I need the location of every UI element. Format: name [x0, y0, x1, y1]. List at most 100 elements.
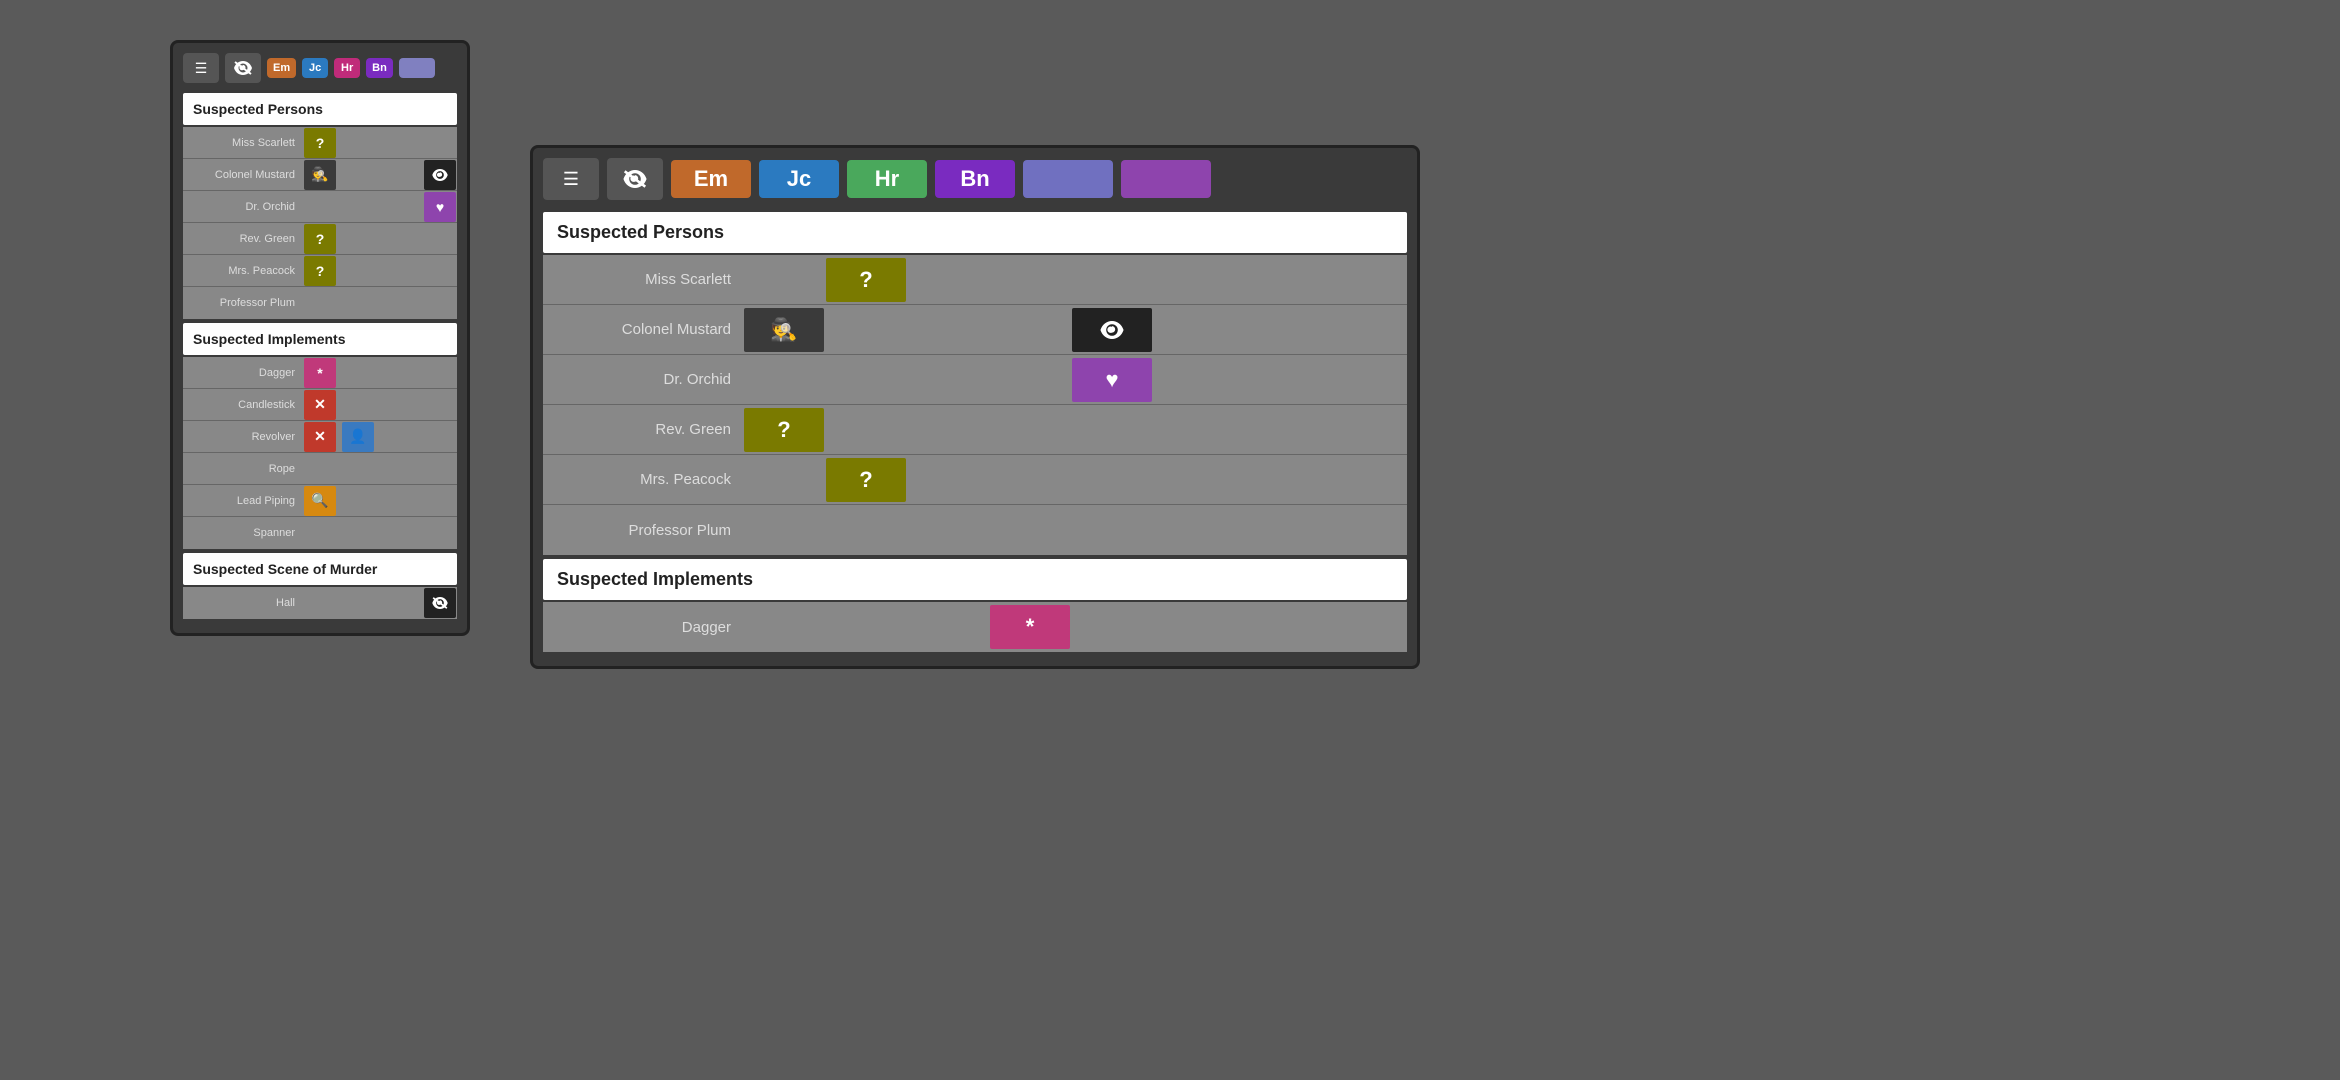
table-row: Candlestick ✕: [183, 389, 457, 421]
empty: [990, 258, 1070, 302]
empty: [990, 458, 1070, 502]
large-cell-dagger-bn[interactable]: *: [990, 605, 1070, 649]
empty: [744, 258, 824, 302]
person-label: Professor Plum: [183, 297, 303, 309]
empty: [1072, 508, 1152, 552]
large-cell-peacock-jc[interactable]: ?: [826, 458, 906, 502]
table-row: Colonel Mustard 🕵: [183, 159, 457, 191]
cell-hall-eye[interactable]: [424, 588, 456, 618]
empty: [990, 408, 1070, 452]
empty: [1154, 605, 1234, 649]
empty: [826, 408, 906, 452]
large-player-5[interactable]: [1023, 160, 1113, 198]
small-player-em[interactable]: Em: [267, 58, 296, 78]
implement-label: Dagger: [543, 619, 743, 636]
large-player-bn[interactable]: Bn: [935, 160, 1015, 198]
large-player-em[interactable]: Em: [671, 160, 751, 198]
table-row: Colonel Mustard 🕵: [543, 305, 1407, 355]
empty: [744, 458, 824, 502]
small-eye-button[interactable]: [225, 53, 261, 83]
empty: [990, 508, 1070, 552]
empty: [744, 508, 824, 552]
large-cell-miss-scarlett-jc[interactable]: ?: [826, 258, 906, 302]
person-label: Colonel Mustard: [543, 321, 743, 338]
small-implements-header: Suspected Implements: [183, 323, 457, 355]
table-row: Dr. Orchid ♥: [543, 355, 1407, 405]
large-eye-button[interactable]: [607, 158, 663, 200]
empty: [826, 605, 906, 649]
small-scene-header: Suspected Scene of Murder: [183, 553, 457, 585]
table-row: Miss Scarlett ?: [183, 127, 457, 159]
person-label: Miss Scarlett: [543, 271, 743, 288]
implement-label: Spanner: [183, 527, 303, 539]
table-row: Dagger *: [543, 602, 1407, 652]
table-row: Miss Scarlett ?: [543, 255, 1407, 305]
large-panel: ☰ Em Jc Hr Bn Suspected Persons Miss Sca…: [530, 145, 1420, 669]
large-player-hr[interactable]: Hr: [847, 160, 927, 198]
small-persons-header: Suspected Persons: [183, 93, 457, 125]
empty: [990, 308, 1070, 352]
empty: [1154, 408, 1234, 452]
cell-revolver-2[interactable]: 👤: [342, 422, 374, 452]
table-row: Professor Plum: [543, 505, 1407, 555]
large-cell-colonel-em[interactable]: 🕵: [744, 308, 824, 352]
empty: [1154, 508, 1234, 552]
small-player-hr[interactable]: Hr: [334, 58, 360, 78]
cell-colonel-mustard-eye[interactable]: [424, 160, 456, 190]
empty: [908, 258, 988, 302]
cell-dagger-1[interactable]: *: [304, 358, 336, 388]
implement-label: Lead Piping: [183, 495, 303, 507]
cell-revolver-1[interactable]: ✕: [304, 422, 336, 452]
table-row: Spanner: [183, 517, 457, 549]
empty: [990, 358, 1070, 402]
table-row: Hall: [183, 587, 457, 619]
cell-colonel-mustard-1[interactable]: 🕵: [304, 160, 336, 190]
empty: [908, 308, 988, 352]
table-row: Dr. Orchid ♥: [183, 191, 457, 223]
empty: [1154, 308, 1234, 352]
empty: [1154, 458, 1234, 502]
small-scene-grid: Hall: [183, 587, 457, 619]
person-label: Professor Plum: [543, 522, 743, 539]
empty: [826, 308, 906, 352]
person-label: Mrs. Peacock: [183, 265, 303, 277]
table-row: Rev. Green ?: [183, 223, 457, 255]
table-row: Rev. Green ?: [543, 405, 1407, 455]
large-implements-grid: Dagger *: [543, 602, 1407, 652]
small-menu-button[interactable]: ☰: [183, 53, 219, 83]
large-player-6[interactable]: [1121, 160, 1211, 198]
large-menu-button[interactable]: ☰: [543, 158, 599, 200]
small-player-jc[interactable]: Jc: [302, 58, 328, 78]
large-cell-orchid-heart[interactable]: ♥: [1072, 358, 1152, 402]
person-label: Mrs. Peacock: [543, 471, 743, 488]
empty: [1154, 358, 1234, 402]
large-player-jc[interactable]: Jc: [759, 160, 839, 198]
small-player-5[interactable]: [399, 58, 435, 78]
large-cell-colonel-eye[interactable]: [1072, 308, 1152, 352]
small-implements-grid: Dagger * Candlestick ✕ Revolver ✕ 👤 Rope…: [183, 357, 457, 549]
table-row: Lead Piping 🔍: [183, 485, 457, 517]
empty: [826, 358, 906, 402]
person-label: Rev. Green: [183, 233, 303, 245]
table-row: Professor Plum: [183, 287, 457, 319]
empty: [908, 408, 988, 452]
empty: [1072, 605, 1152, 649]
person-label: Rev. Green: [543, 421, 743, 438]
large-persons-grid: Miss Scarlett ? Colonel Mustard 🕵 Dr. O: [543, 255, 1407, 555]
table-row: Dagger *: [183, 357, 457, 389]
empty: [826, 508, 906, 552]
cell-mrs-peacock-1[interactable]: ?: [304, 256, 336, 286]
empty: [1072, 258, 1152, 302]
cell-dr-orchid-heart[interactable]: ♥: [424, 192, 456, 222]
empty: [1072, 408, 1152, 452]
cell-miss-scarlett-1[interactable]: ?: [304, 128, 336, 158]
large-persons-header: Suspected Persons: [543, 212, 1407, 253]
large-toolbar: ☰ Em Jc Hr Bn: [543, 158, 1407, 200]
empty: [908, 508, 988, 552]
person-label: Colonel Mustard: [183, 169, 303, 181]
cell-leadpiping-1[interactable]: 🔍: [304, 486, 336, 516]
large-cell-revgreen-em[interactable]: ?: [744, 408, 824, 452]
cell-candlestick-1[interactable]: ✕: [304, 390, 336, 420]
small-player-bn[interactable]: Bn: [366, 58, 393, 78]
cell-rev-green-1[interactable]: ?: [304, 224, 336, 254]
